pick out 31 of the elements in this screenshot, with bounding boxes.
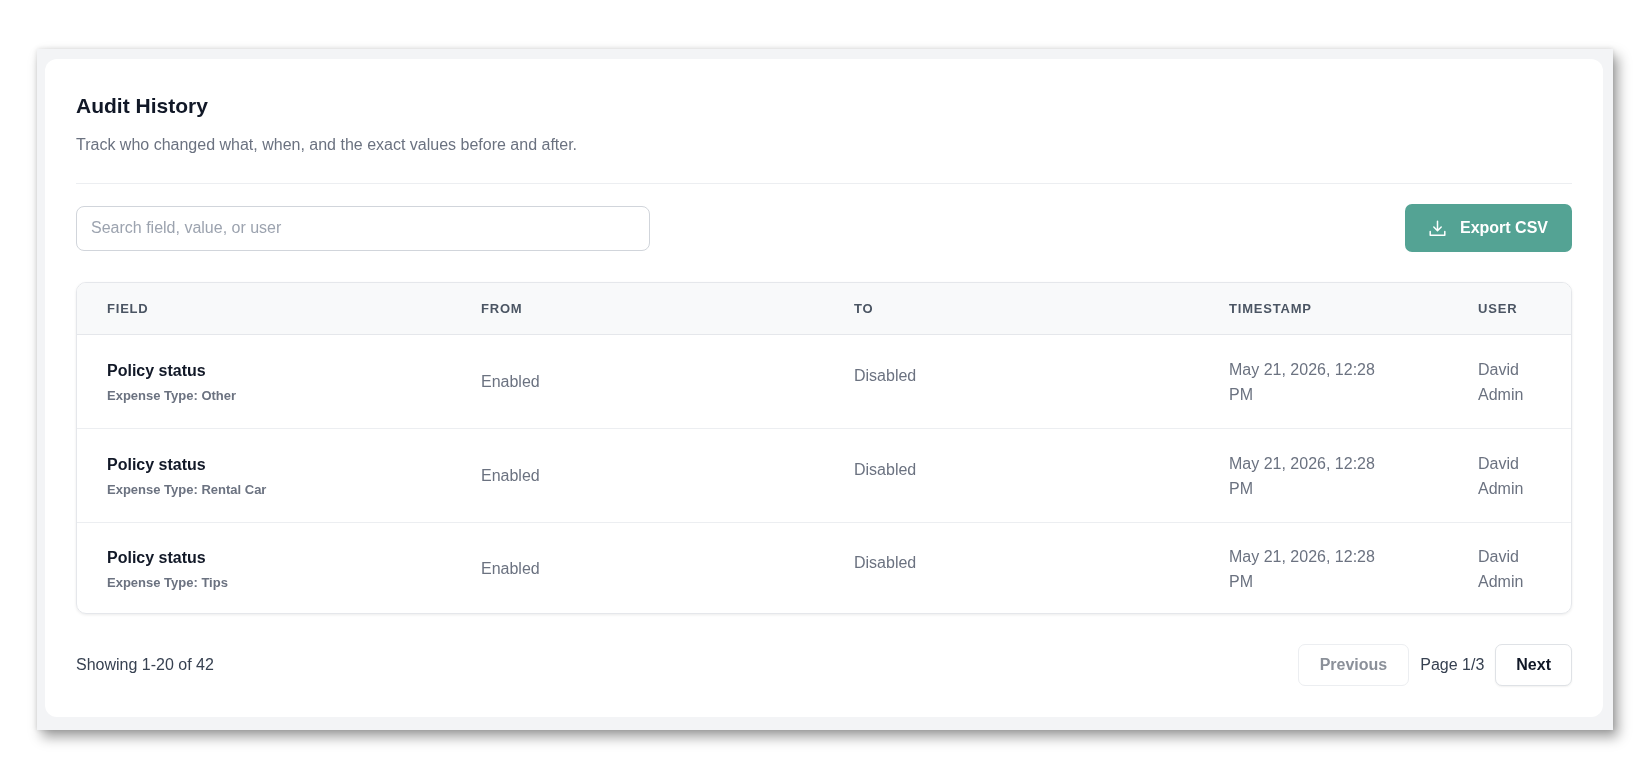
field-name: Policy status: [107, 454, 206, 475]
field-name: Policy status: [107, 548, 206, 568]
from-value: Enabled: [481, 465, 540, 486]
page-subtitle: Track who changed what, when, and the exact values before and after.: [76, 135, 578, 155]
search-field[interactable]: Search field, value, or user: [76, 205, 650, 251]
from-value: Enabled: [481, 559, 540, 579]
user-name: David Admin: [1478, 547, 1525, 592]
column-header: TIMESTAMP: [1229, 301, 1312, 316]
to-value: Disabled: [854, 365, 917, 386]
field-name: Policy status: [107, 360, 206, 381]
timestamp-text: May 21, 2026, 12:28 PM: [1229, 547, 1376, 592]
page-indicator: Page 1/3: [1420, 656, 1485, 674]
to-value: Disabled: [854, 553, 917, 573]
column-header: TO: [854, 301, 874, 316]
field-detail: Expense Type: Tips: [107, 574, 228, 591]
next-button[interactable]: Next: [1495, 644, 1572, 686]
user-name: David Admin: [1478, 453, 1525, 499]
column-header: USER: [1478, 301, 1518, 316]
timestamp-text: May 21, 2026, 12:28 PM: [1229, 453, 1376, 499]
field-detail: Expense Type: Other: [107, 386, 237, 404]
column-header: FIELD: [107, 301, 149, 316]
export-button[interactable]: Export CSV: [1405, 204, 1572, 252]
page-title: Audit History: [76, 93, 208, 119]
results-summary: Showing 1-20 of 42: [76, 656, 214, 674]
user-name: David Admin: [1478, 359, 1525, 405]
field-detail: Expense Type: Rental Car: [107, 480, 267, 498]
download-icon: [1429, 219, 1446, 237]
to-value: Disabled: [854, 459, 917, 480]
timestamp-text: May 21, 2026, 12:28 PM: [1229, 359, 1376, 405]
from-value: Enabled: [481, 371, 540, 392]
column-header: FROM: [481, 301, 523, 316]
